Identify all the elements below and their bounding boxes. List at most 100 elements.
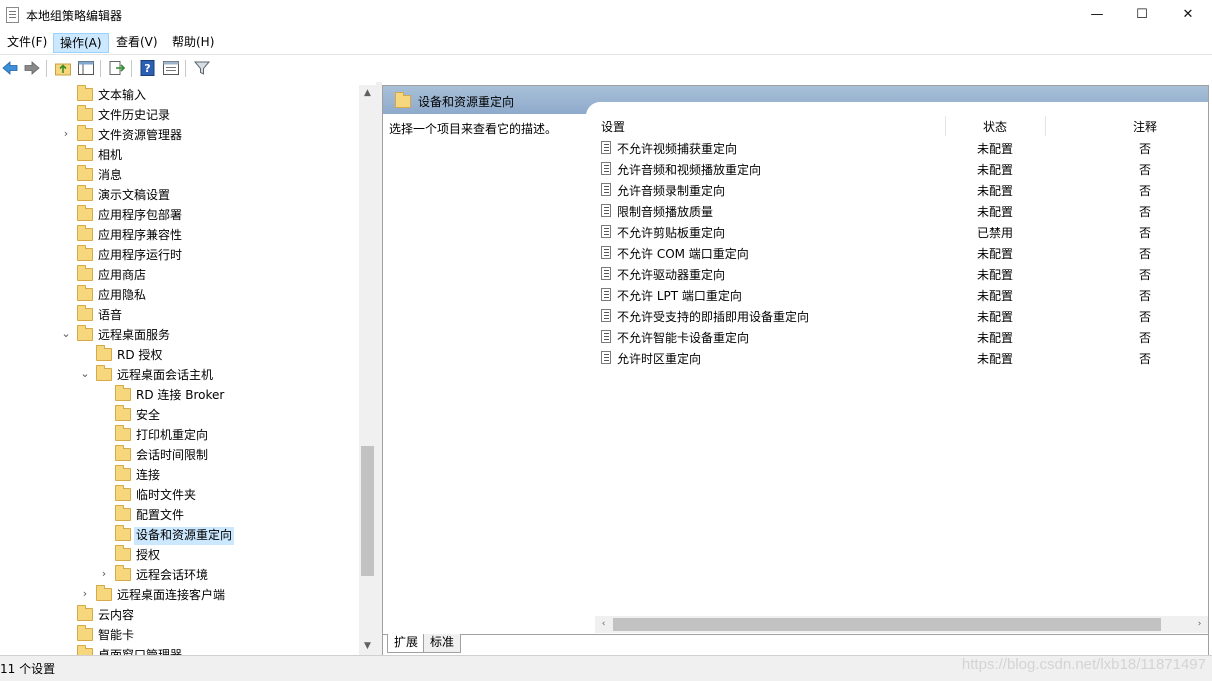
tab-extended[interactable]: 扩展 <box>387 634 426 653</box>
tree-item[interactable]: ⌄ 远程桌面会话主机 <box>0 365 359 385</box>
column-state[interactable]: 状态 <box>983 118 1007 135</box>
menu-view[interactable]: 查看(V) <box>110 33 164 53</box>
tree-item-label[interactable]: 打印机重定向 <box>134 427 210 445</box>
policy-row[interactable]: 不允许受支持的即插即用设备重定向 未配置 否 <box>593 305 1208 326</box>
collapse-chevron-icon[interactable]: ⌄ <box>60 327 72 341</box>
tree-item-label[interactable]: 安全 <box>134 407 162 425</box>
scroll-down-icon[interactable]: ▼ <box>359 638 376 655</box>
tree-item[interactable]: 文件历史记录 <box>0 105 359 125</box>
tree-item[interactable]: 应用程序包部署 <box>0 205 359 225</box>
tree-item[interactable]: 会话时间限制 <box>0 445 359 465</box>
tree-item-label[interactable]: 语音 <box>96 307 124 325</box>
tree-item-label[interactable]: 应用商店 <box>96 267 148 285</box>
tree-item-label[interactable]: 智能卡 <box>96 627 136 645</box>
tree-item-selected[interactable]: 设备和资源重定向 <box>0 525 359 545</box>
tree-item-label[interactable]: 临时文件夹 <box>134 487 198 505</box>
back-arrow-icon[interactable] <box>1 59 19 77</box>
tree-item[interactable]: 配置文件 <box>0 505 359 525</box>
policy-row[interactable]: 不允许驱动器重定向 未配置 否 <box>593 263 1208 284</box>
tree-item-label[interactable]: 云内容 <box>96 607 136 625</box>
tree-item-label[interactable]: 远程桌面连接客户端 <box>115 587 227 605</box>
scroll-up-icon[interactable]: ▲ <box>359 85 376 102</box>
expand-chevron-icon[interactable]: › <box>98 567 110 581</box>
filter-icon[interactable] <box>193 59 211 77</box>
tree-item[interactable]: › 文件资源管理器 <box>0 125 359 145</box>
tree-item[interactable]: 云内容 <box>0 605 359 625</box>
tree-item-label[interactable]: 文件历史记录 <box>96 107 172 125</box>
policy-row[interactable]: 允许音频和视频播放重定向 未配置 否 <box>593 158 1208 179</box>
tree-item[interactable]: › 远程桌面连接客户端 <box>0 585 359 605</box>
tree-vertical-scrollbar[interactable]: ▲ ▼ <box>359 85 376 655</box>
tree-item-label[interactable]: 消息 <box>96 167 124 185</box>
tree-item[interactable]: 应用隐私 <box>0 285 359 305</box>
tree-item[interactable]: › 远程会话环境 <box>0 565 359 585</box>
tree-item[interactable]: 语音 <box>0 305 359 325</box>
tree-item-label[interactable]: 配置文件 <box>134 507 186 525</box>
tree-item-label[interactable]: 应用程序包部署 <box>96 207 184 225</box>
tree-item-label[interactable]: RD 授权 <box>115 347 164 365</box>
tree-item[interactable]: 消息 <box>0 165 359 185</box>
policy-row[interactable]: 不允许视频捕获重定向 未配置 否 <box>593 137 1208 158</box>
tree-item-label[interactable]: 文件资源管理器 <box>96 127 184 145</box>
tree-item-label[interactable]: RD 连接 Broker <box>134 387 226 405</box>
tree-item-label[interactable]: 远程桌面会话主机 <box>115 367 215 385</box>
list-horizontal-scrollbar[interactable]: ‹ › <box>595 616 1208 633</box>
maximize-button[interactable]: ☐ <box>1119 0 1165 31</box>
tree-item[interactable]: 演示文稿设置 <box>0 185 359 205</box>
tree-item-label[interactable]: 远程桌面服务 <box>96 327 172 345</box>
show-hide-tree-icon[interactable] <box>77 59 95 77</box>
menu-help[interactable]: 帮助(H) <box>166 33 220 53</box>
tree-item[interactable]: 连接 <box>0 465 359 485</box>
tree-item[interactable]: 应用商店 <box>0 265 359 285</box>
tree-item[interactable]: 文本输入 <box>0 85 359 105</box>
tree-item[interactable]: 应用程序兼容性 <box>0 225 359 245</box>
tree-item-label[interactable]: 连接 <box>134 467 162 485</box>
column-divider[interactable] <box>1045 116 1046 136</box>
policy-row[interactable]: 限制音频播放质量 未配置 否 <box>593 200 1208 221</box>
policy-row[interactable]: 允许音频录制重定向 未配置 否 <box>593 179 1208 200</box>
tree-item[interactable]: 桌面窗口管理器 <box>0 645 359 655</box>
policy-row[interactable]: 不允许智能卡设备重定向 未配置 否 <box>593 326 1208 347</box>
tree-item-label[interactable]: 授权 <box>134 547 162 565</box>
tree-item-label[interactable]: 应用隐私 <box>96 287 148 305</box>
export-list-icon[interactable] <box>108 59 126 77</box>
tree-item-label[interactable]: 远程会话环境 <box>134 567 210 585</box>
collapse-chevron-icon[interactable]: ⌄ <box>79 367 91 381</box>
minimize-button[interactable]: — <box>1074 0 1120 31</box>
tree-item-label[interactable]: 桌面窗口管理器 <box>96 647 184 655</box>
tree-item-label[interactable]: 会话时间限制 <box>134 447 210 465</box>
help-icon[interactable]: ? <box>139 59 157 77</box>
scroll-thumb[interactable] <box>361 446 374 576</box>
column-comment[interactable]: 注释 <box>1133 118 1157 135</box>
tree-item-label[interactable]: 相机 <box>96 147 124 165</box>
tree-item-label[interactable]: 演示文稿设置 <box>96 187 172 205</box>
tree-item[interactable]: 临时文件夹 <box>0 485 359 505</box>
tree-item[interactable]: RD 连接 Broker <box>0 385 359 405</box>
tree-item-label[interactable]: 应用程序兼容性 <box>96 227 184 245</box>
tree-item-label[interactable]: 应用程序运行时 <box>96 247 184 265</box>
policy-row[interactable]: 不允许 COM 端口重定向 未配置 否 <box>593 242 1208 263</box>
scroll-thumb[interactable] <box>613 618 1161 631</box>
tree-item[interactable]: 授权 <box>0 545 359 565</box>
column-setting[interactable]: 设置 <box>601 118 625 135</box>
policy-row[interactable]: 不允许剪贴板重定向 已禁用 否 <box>593 221 1208 242</box>
expand-chevron-icon[interactable]: › <box>60 127 72 141</box>
tree-item[interactable]: 智能卡 <box>0 625 359 645</box>
tree-item[interactable]: ⌄ 远程桌面服务 <box>0 325 359 345</box>
close-button[interactable]: ✕ <box>1165 0 1211 31</box>
tree-item[interactable]: 相机 <box>0 145 359 165</box>
expand-chevron-icon[interactable]: › <box>79 587 91 601</box>
tab-standard[interactable]: 标准 <box>423 634 462 653</box>
scroll-left-icon[interactable]: ‹ <box>595 616 612 633</box>
tree-item[interactable]: 安全 <box>0 405 359 425</box>
properties-icon[interactable] <box>162 59 180 77</box>
scroll-right-icon[interactable]: › <box>1191 616 1208 633</box>
up-folder-icon[interactable] <box>54 59 72 77</box>
tree-item-label[interactable]: 设备和资源重定向 <box>134 527 235 545</box>
policy-row[interactable]: 不允许 LPT 端口重定向 未配置 否 <box>593 284 1208 305</box>
tree-item[interactable]: 打印机重定向 <box>0 425 359 445</box>
column-divider[interactable] <box>945 116 946 136</box>
tree-item[interactable]: 应用程序运行时 <box>0 245 359 265</box>
forward-arrow-icon[interactable] <box>23 59 41 77</box>
tree-item[interactable]: RD 授权 <box>0 345 359 365</box>
